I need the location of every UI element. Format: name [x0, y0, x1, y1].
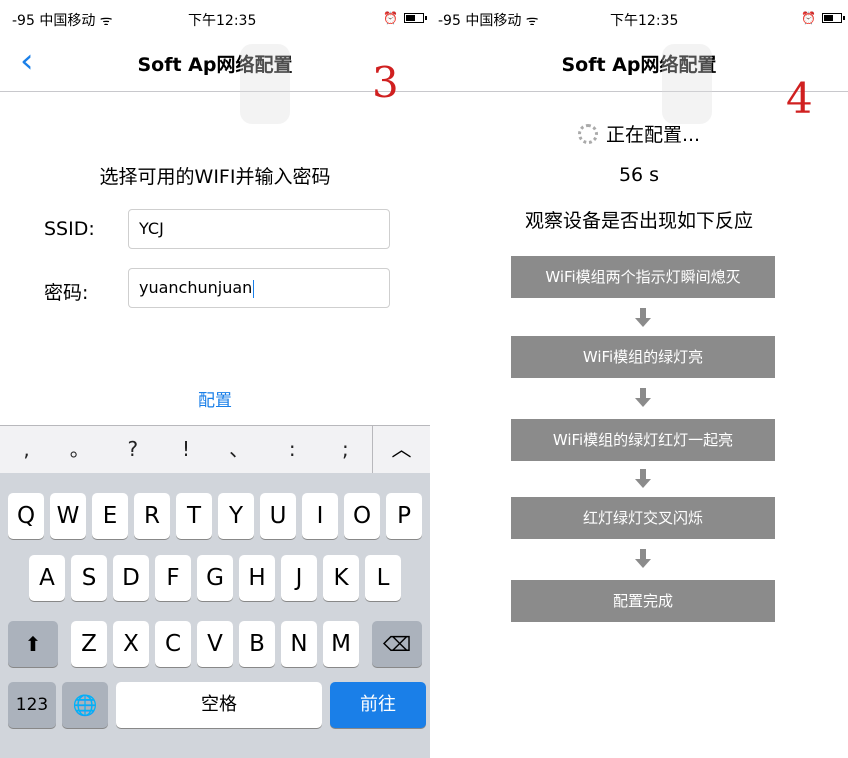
- left-screen: -95 中国移动 ᯤ 下午12:35 ⏰ ‹ Soft Ap网络配置 3 选择可…: [0, 0, 430, 758]
- down-arrow-icon: [635, 388, 651, 408]
- step-annotation: 4: [786, 74, 813, 123]
- observe-instruction: 观察设备是否出现如下反应: [524, 210, 753, 232]
- password-value: yuanchunjuan: [139, 278, 253, 297]
- battery-area: ⏰: [801, 11, 845, 25]
- down-arrow-icon: [635, 549, 651, 569]
- key-y[interactable]: Y: [218, 493, 254, 539]
- key-n[interactable]: N: [281, 621, 317, 667]
- ssid-input[interactable]: YCJ: [128, 209, 390, 249]
- key-p[interactable]: P: [386, 493, 422, 539]
- clock: 下午12:35: [188, 13, 257, 29]
- ssid-value: YCJ: [139, 219, 164, 238]
- battery-icon: [822, 13, 845, 23]
- key-e[interactable]: E: [92, 493, 128, 539]
- key-i[interactable]: I: [302, 493, 338, 539]
- status-bar: -95 中国移动 ᯤ 下午12:35 ⏰: [430, 0, 848, 36]
- ssid-label: SSID:: [44, 218, 95, 240]
- configuring-text: 正在配置...: [605, 124, 701, 146]
- key-l[interactable]: L: [365, 555, 401, 601]
- step-annotation: 3: [372, 58, 399, 107]
- numbers-key[interactable]: 123: [8, 682, 56, 728]
- configuring-status: 正在配置...: [430, 120, 848, 147]
- globe-icon[interactable]: 🌐: [62, 682, 108, 728]
- collapse-icon[interactable]: ︿: [371, 426, 430, 473]
- key-q[interactable]: Q: [8, 493, 44, 539]
- alarm-icon: ⏰: [383, 11, 398, 25]
- down-arrow-icon: [635, 469, 651, 489]
- key-b[interactable]: B: [239, 621, 275, 667]
- key-v[interactable]: V: [197, 621, 233, 667]
- punct-key[interactable]: :: [266, 426, 319, 473]
- battery-area: ⏰: [383, 11, 427, 25]
- key-x[interactable]: X: [113, 621, 149, 667]
- step-box: 红灯绿灯交叉闪烁: [511, 497, 775, 539]
- punct-key[interactable]: ;: [319, 426, 372, 473]
- shift-icon[interactable]: ⬆: [8, 621, 58, 667]
- key-o[interactable]: O: [344, 493, 380, 539]
- punct-key[interactable]: !: [159, 426, 212, 473]
- go-key[interactable]: 前往: [330, 682, 426, 728]
- key-w[interactable]: W: [50, 493, 86, 539]
- text-cursor: [253, 279, 255, 298]
- key-f[interactable]: F: [155, 555, 191, 601]
- config-button[interactable]: 配置: [0, 386, 430, 411]
- down-arrow-icon: [635, 308, 651, 328]
- key-d[interactable]: D: [113, 555, 149, 601]
- step-box: WiFi模组两个指示灯瞬间熄灭: [511, 256, 775, 298]
- right-screen: -95 中国移动 ᯤ 下午12:35 ⏰ Soft Ap网络配置 4 正在配置.…: [430, 0, 848, 758]
- key-g[interactable]: G: [197, 555, 233, 601]
- key-s[interactable]: S: [71, 555, 107, 601]
- key-z[interactable]: Z: [71, 621, 107, 667]
- countdown: 56 s: [618, 164, 660, 186]
- punctuation-row: , 。 ? ! 、 : ; ︿: [0, 425, 430, 473]
- spinner-icon: [577, 124, 598, 144]
- punct-key[interactable]: ,: [0, 426, 53, 473]
- key-c[interactable]: C: [155, 621, 191, 667]
- delete-icon[interactable]: ⌫: [372, 621, 422, 667]
- step-box: WiFi模组的绿灯亮: [511, 336, 775, 378]
- key-j[interactable]: J: [281, 555, 317, 601]
- battery-icon: [404, 13, 427, 23]
- password-label: 密码:: [44, 282, 89, 304]
- floating-assist-button[interactable]: [662, 44, 712, 124]
- clock: 下午12:35: [610, 13, 679, 29]
- alarm-icon: ⏰: [801, 11, 816, 25]
- key-m[interactable]: M: [323, 621, 359, 667]
- punct-key[interactable]: ?: [106, 426, 159, 473]
- floating-assist-button[interactable]: [240, 44, 290, 124]
- password-input[interactable]: yuanchunjuan: [128, 268, 390, 308]
- step-box: WiFi模组的绿灯红灯一起亮: [511, 419, 775, 461]
- key-k[interactable]: K: [323, 555, 359, 601]
- punct-key[interactable]: 。: [53, 426, 106, 473]
- step-box: 配置完成: [511, 580, 775, 622]
- key-h[interactable]: H: [239, 555, 275, 601]
- status-bar: -95 中国移动 ᯤ 下午12:35 ⏰: [0, 0, 430, 36]
- space-key[interactable]: 空格: [116, 682, 322, 728]
- keyboard: , 。 ? ! 、 : ; ︿ Q W E R T Y U I O P A S …: [0, 425, 430, 758]
- page-title: Soft Ap网络配置: [561, 54, 717, 76]
- nav-bar: ‹ Soft Ap网络配置: [0, 36, 430, 124]
- wifi-prompt: 选择可用的WIFI并输入密码: [99, 166, 331, 188]
- page-title: Soft Ap网络配置: [137, 54, 293, 76]
- carrier-signal: -95 中国移动 ᯤ: [12, 13, 113, 29]
- carrier-signal: -95 中国移动 ᯤ: [438, 13, 539, 29]
- key-u[interactable]: U: [260, 493, 296, 539]
- key-r[interactable]: R: [134, 493, 170, 539]
- key-t[interactable]: T: [176, 493, 212, 539]
- key-a[interactable]: A: [29, 555, 65, 601]
- punct-key[interactable]: 、: [213, 426, 266, 473]
